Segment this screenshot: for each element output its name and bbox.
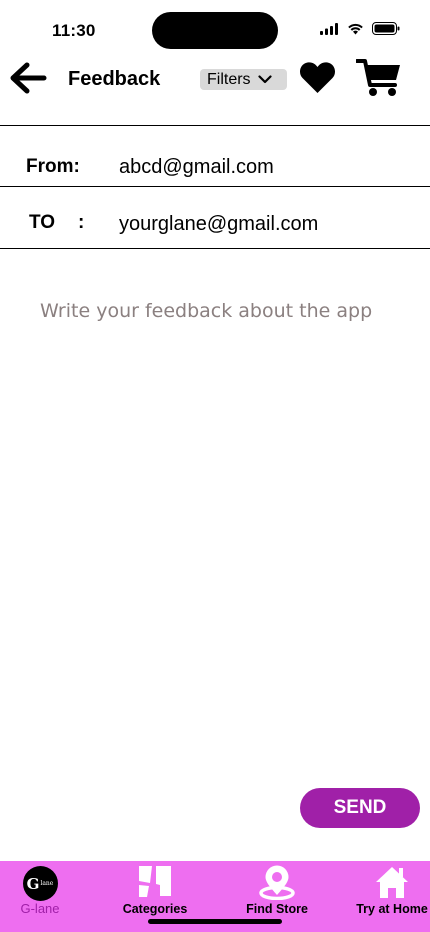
status-icons xyxy=(320,22,400,40)
home-indicator[interactable] xyxy=(148,919,282,924)
status-time: 11:30 xyxy=(52,21,96,40)
home-icon xyxy=(374,865,410,904)
to-colon: : xyxy=(78,212,85,233)
to-label: TO xyxy=(29,212,56,233)
nav-item-categories[interactable]: Categories xyxy=(118,861,192,919)
from-email-value: abcd@gmail.com xyxy=(119,156,274,178)
categories-icon xyxy=(138,865,172,903)
shopping-cart-icon xyxy=(355,58,402,102)
glane-logo-icon: Glane xyxy=(22,866,58,901)
dynamic-island xyxy=(152,12,278,49)
wishlist-button[interactable] xyxy=(297,62,337,98)
filters-button[interactable]: Filters xyxy=(200,69,287,90)
location-pin-icon xyxy=(259,865,295,905)
page-title: Feedback xyxy=(68,68,161,90)
send-button[interactable]: SEND xyxy=(300,788,420,828)
wifi-icon xyxy=(347,22,364,40)
from-row: From: abcd@gmail.com xyxy=(0,126,430,187)
nav-item-glane[interactable]: Glane G-lane xyxy=(15,861,65,919)
heart-icon xyxy=(299,61,336,99)
status-bar: 11:30 xyxy=(0,0,430,60)
nav-item-try-at-home[interactable]: Try at Home xyxy=(352,861,430,919)
cart-button[interactable] xyxy=(355,58,403,102)
nav-label-glane: G-lane xyxy=(20,901,60,916)
chevron-down-icon xyxy=(257,75,272,84)
feedback-input[interactable] xyxy=(24,290,406,770)
back-button[interactable] xyxy=(8,62,48,98)
header: Feedback Filters xyxy=(0,58,430,126)
from-label: From: xyxy=(26,156,80,177)
battery-icon xyxy=(372,22,400,40)
nav-label-categories: Categories xyxy=(122,902,188,916)
to-email-value: yourglane@gmail.com xyxy=(119,213,319,235)
back-arrow-icon xyxy=(9,62,47,99)
nav-item-find-store[interactable]: Find Store xyxy=(242,861,312,919)
nav-label-try-at-home: Try at Home xyxy=(356,902,428,916)
cellular-signal-icon xyxy=(320,22,339,40)
filters-label: Filters xyxy=(207,70,251,88)
nav-label-find-store: Find Store xyxy=(246,902,308,916)
to-row: TO : yourglane@gmail.com xyxy=(0,187,430,249)
